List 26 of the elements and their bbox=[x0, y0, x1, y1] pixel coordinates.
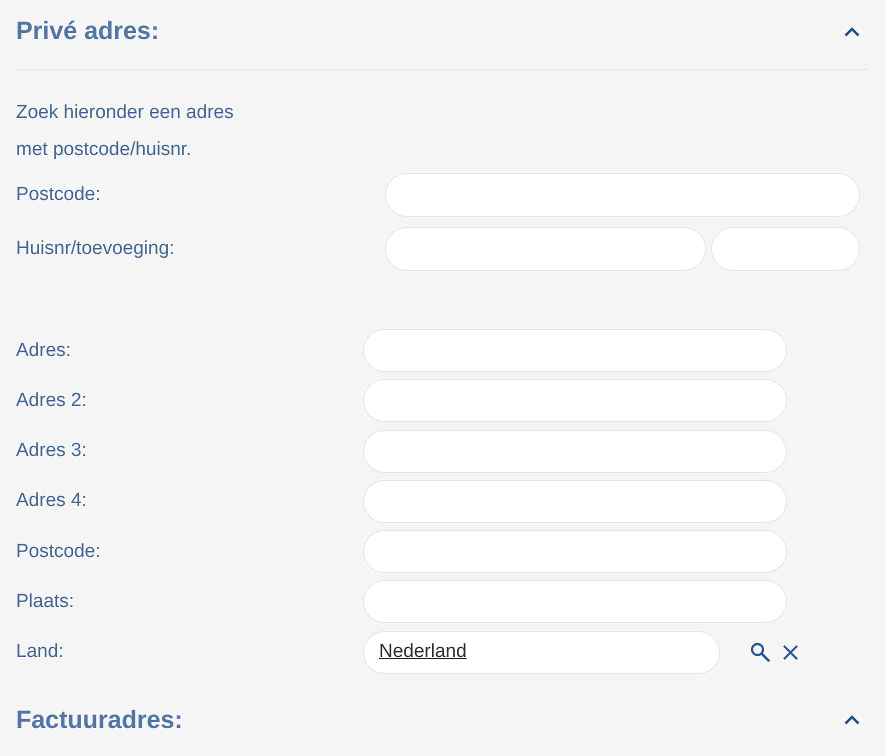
input-field[interactable] bbox=[363, 430, 787, 473]
field-label: Adres: bbox=[16, 340, 71, 362]
input-field[interactable] bbox=[363, 379, 787, 422]
section-title: Factuuradres: bbox=[16, 706, 183, 735]
field-label: Plaats: bbox=[16, 590, 74, 613]
input-field[interactable] bbox=[385, 173, 860, 217]
section-title: Privé adres: bbox=[16, 17, 160, 46]
input-field[interactable] bbox=[363, 480, 787, 523]
field-label: Land: bbox=[16, 641, 64, 664]
search-icon[interactable] bbox=[750, 642, 770, 662]
country-field[interactable]: Nederland bbox=[363, 630, 720, 674]
field-label: Postcode: bbox=[16, 184, 100, 206]
field-label: Adres 3: bbox=[16, 440, 87, 462]
input-field[interactable] bbox=[363, 329, 787, 372]
field-label: Adres 2: bbox=[16, 390, 87, 412]
field-label: Postcode: bbox=[16, 540, 100, 563]
input-field[interactable] bbox=[363, 530, 787, 574]
input-field[interactable] bbox=[711, 227, 860, 271]
field-label: Adres 4: bbox=[16, 490, 87, 512]
instruction-text: Zoek hieronder een adres met postcode/huisnr. bbox=[16, 101, 234, 162]
input-field[interactable] bbox=[385, 227, 706, 271]
chevron-up-icon[interactable] bbox=[844, 715, 860, 726]
chevron-up-icon[interactable] bbox=[844, 26, 860, 36]
close-icon[interactable] bbox=[782, 644, 799, 661]
field-label: Huisnr/toevoeging: bbox=[16, 238, 174, 260]
input-field[interactable] bbox=[363, 580, 787, 624]
